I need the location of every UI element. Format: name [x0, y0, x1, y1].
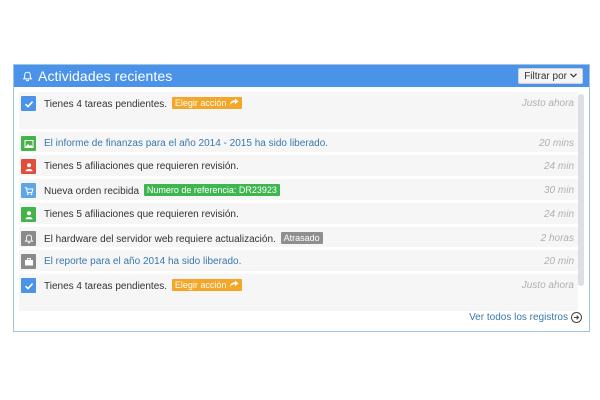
activity-text: Nueva orden recibida Numero de referenci… — [44, 179, 518, 199]
activity-time: 2 horas — [540, 233, 574, 244]
activity-time: Justo ahora — [521, 98, 574, 109]
activity-message: Tienes 4 tareas pendientes. — [44, 99, 168, 110]
chevron-down-icon — [570, 72, 577, 80]
choose-action-button[interactable]: Elegir acción — [171, 279, 243, 291]
activity-message: Nueva orden recibida — [44, 186, 140, 197]
activity-time: Justo ahora — [521, 280, 574, 291]
share-arrow-icon — [229, 279, 239, 291]
user-icon — [21, 207, 36, 222]
activity-time: 20 min — [543, 256, 574, 267]
choose-action-button[interactable]: Elegir acción — [171, 97, 243, 109]
status-badge: Atrasado — [280, 232, 323, 244]
activity-row: El informe de finanzas para el año 2014 … — [19, 132, 578, 152]
activity-message[interactable]: El informe de finanzas para el año 2014 … — [44, 138, 328, 149]
activity-row: Nueva orden recibida Numero de referenci… — [19, 179, 578, 200]
recent-activities-panel: Actividades recientes Filtrar por Tienes… — [13, 64, 590, 332]
user-icon — [21, 159, 36, 174]
filter-button[interactable]: Filtrar por — [518, 68, 583, 84]
scrollbar[interactable] — [578, 94, 584, 286]
activity-text: Tienes 5 afiliaciones que requieren revi… — [44, 155, 518, 174]
status-badge: Numero de referencia: DR23923 — [143, 184, 280, 196]
activity-row: Tienes 4 tareas pendientes. Elegir acció… — [19, 274, 578, 311]
briefcase-icon — [21, 254, 36, 269]
activity-text: Tienes 4 tareas pendientes. Elegir acció… — [44, 274, 518, 294]
activity-message[interactable]: El reporte para el año 2014 ha sido libe… — [44, 256, 241, 267]
check-icon — [21, 96, 36, 111]
activity-text: Tienes 4 tareas pendientes. Elegir acció… — [44, 92, 518, 112]
activity-time: 30 min — [543, 185, 574, 196]
bell-icon — [20, 69, 34, 83]
panel-header: Actividades recientes Filtrar por — [14, 65, 589, 87]
view-all-link[interactable]: Ver todos los registros — [469, 312, 582, 323]
activity-row: Tienes 4 tareas pendientes. Elegir acció… — [19, 92, 578, 129]
activity-row: Tienes 5 afiliaciones que requieren revi… — [19, 203, 578, 224]
cart-icon — [21, 183, 36, 198]
share-arrow-icon — [229, 97, 239, 109]
activity-text: Tienes 5 afiliaciones que requieren revi… — [44, 203, 518, 222]
activity-link[interactable]: El reporte para el año 2014 ha sido libe… — [44, 250, 518, 269]
activity-row: El reporte para el año 2014 ha sido libe… — [19, 250, 578, 271]
panel-title: Actividades recientes — [38, 68, 173, 84]
activity-row: Tienes 5 afiliaciones que requieren revi… — [19, 155, 578, 176]
activity-message: Tienes 5 afiliaciones que requieren revi… — [44, 161, 239, 172]
activity-time: 24 min — [543, 161, 574, 172]
activity-message: El hardware del servidor web requiere ac… — [44, 234, 276, 245]
activity-time: 24 min — [543, 209, 574, 220]
activity-message: Tienes 4 tareas pendientes. — [44, 281, 168, 292]
activity-row: El hardware del servidor web requiere ac… — [19, 227, 578, 247]
filter-label: Filtrar por — [524, 70, 567, 82]
bell-icon — [21, 231, 36, 246]
activity-text: El hardware del servidor web requiere ac… — [44, 227, 518, 247]
image-icon — [21, 136, 36, 151]
activity-time: 20 mins — [538, 138, 574, 149]
activity-link[interactable]: El informe de finanzas para el año 2014 … — [44, 132, 518, 151]
activity-message: Tienes 5 afiliaciones que requieren revi… — [44, 209, 239, 220]
check-icon — [21, 278, 36, 293]
view-all-label: Ver todos los registros — [469, 312, 568, 323]
arrow-circle-right-icon — [571, 312, 582, 323]
